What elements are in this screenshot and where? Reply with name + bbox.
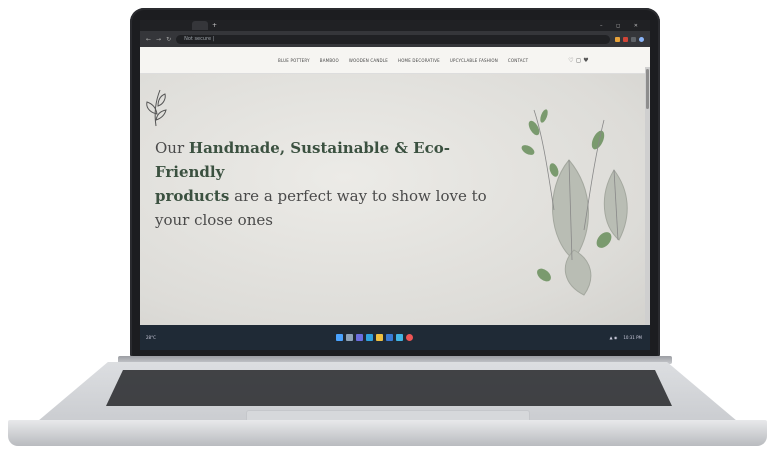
site-navigation: BLUE POTTERY BAMBOO WOODEN CANDLE HOME D… <box>140 47 650 74</box>
new-tab-button[interactable]: + <box>212 22 217 29</box>
network-icon[interactable]: ▲ ◉ <box>609 335 617 340</box>
hero-headline: Our Handmade, Sustainable & Eco-Friendly… <box>155 136 515 232</box>
taskbar-apps <box>336 334 413 341</box>
nav-item-contact[interactable]: CONTACT <box>508 58 528 63</box>
hero-text-line3: your close ones <box>155 211 273 229</box>
laptop-screen: + – ◻ ✕ ← → ↻ Not secure | BLUE POTTERY … <box>140 20 650 350</box>
os-taskbar: 28°C ▲ ◉ 10:31 PM <box>140 325 650 350</box>
wishlist-cart-icons[interactable]: ♡ ◻ ♥ <box>568 57 589 64</box>
app-icon[interactable] <box>396 334 403 341</box>
chrome-icon[interactable] <box>406 334 413 341</box>
nav-item-home-decorative[interactable]: HOME DECORATIVE <box>398 58 440 63</box>
laptop-keyboard <box>106 370 672 406</box>
folder-icon[interactable] <box>376 334 383 341</box>
back-icon[interactable]: ← <box>146 36 151 43</box>
scrollbar-thumb[interactable] <box>646 69 649 109</box>
app-icon[interactable] <box>356 334 363 341</box>
laptop-base-front <box>8 420 767 446</box>
hero-text-prefix: Our <box>155 139 189 157</box>
hero-text-line2: are a perfect way to show love to <box>229 187 487 205</box>
hero-text-bold-2: products <box>155 187 230 205</box>
window-controls[interactable]: – ◻ ✕ <box>600 23 644 29</box>
leaves-illustration-icon <box>521 109 628 296</box>
sprig-icon <box>146 89 167 127</box>
weather-widget[interactable]: 28°C <box>146 335 186 340</box>
app-icon[interactable] <box>366 334 373 341</box>
extensions <box>615 36 644 42</box>
nav-item-upcyclable-fashion[interactable]: UPCYCLABLE FASHION <box>450 58 498 63</box>
page-scrollbar[interactable] <box>645 67 650 325</box>
browser-tab[interactable] <box>192 21 208 30</box>
hero-text-bold-1: Handmade, Sustainable & Eco-Friendly <box>155 139 450 181</box>
address-bar[interactable]: Not secure | <box>176 34 610 44</box>
extension-icon[interactable] <box>615 36 620 42</box>
extension-icon[interactable] <box>623 36 628 42</box>
nav-item-blue-pottery[interactable]: BLUE POTTERY <box>278 58 310 63</box>
reload-icon[interactable]: ↻ <box>166 36 171 43</box>
app-icon[interactable] <box>386 334 393 341</box>
profile-icon[interactable] <box>639 36 644 42</box>
start-icon[interactable] <box>336 334 343 341</box>
system-tray: ▲ ◉ 10:31 PM <box>609 335 642 340</box>
search-icon[interactable] <box>346 334 353 341</box>
hero-banner: Our Handmade, Sustainable & Eco-Friendly… <box>140 74 650 332</box>
nav-item-bamboo[interactable]: BAMBOO <box>320 58 339 63</box>
forward-icon[interactable]: → <box>156 36 161 43</box>
browser-toolbar: ← → ↻ Not secure | <box>140 31 650 47</box>
extension-icon[interactable] <box>631 36 636 42</box>
nav-item-wooden-candle[interactable]: WOODEN CANDLE <box>349 58 388 63</box>
clock[interactable]: 10:31 PM <box>623 335 642 340</box>
browser-tabstrip: + – ◻ ✕ <box>140 20 650 31</box>
